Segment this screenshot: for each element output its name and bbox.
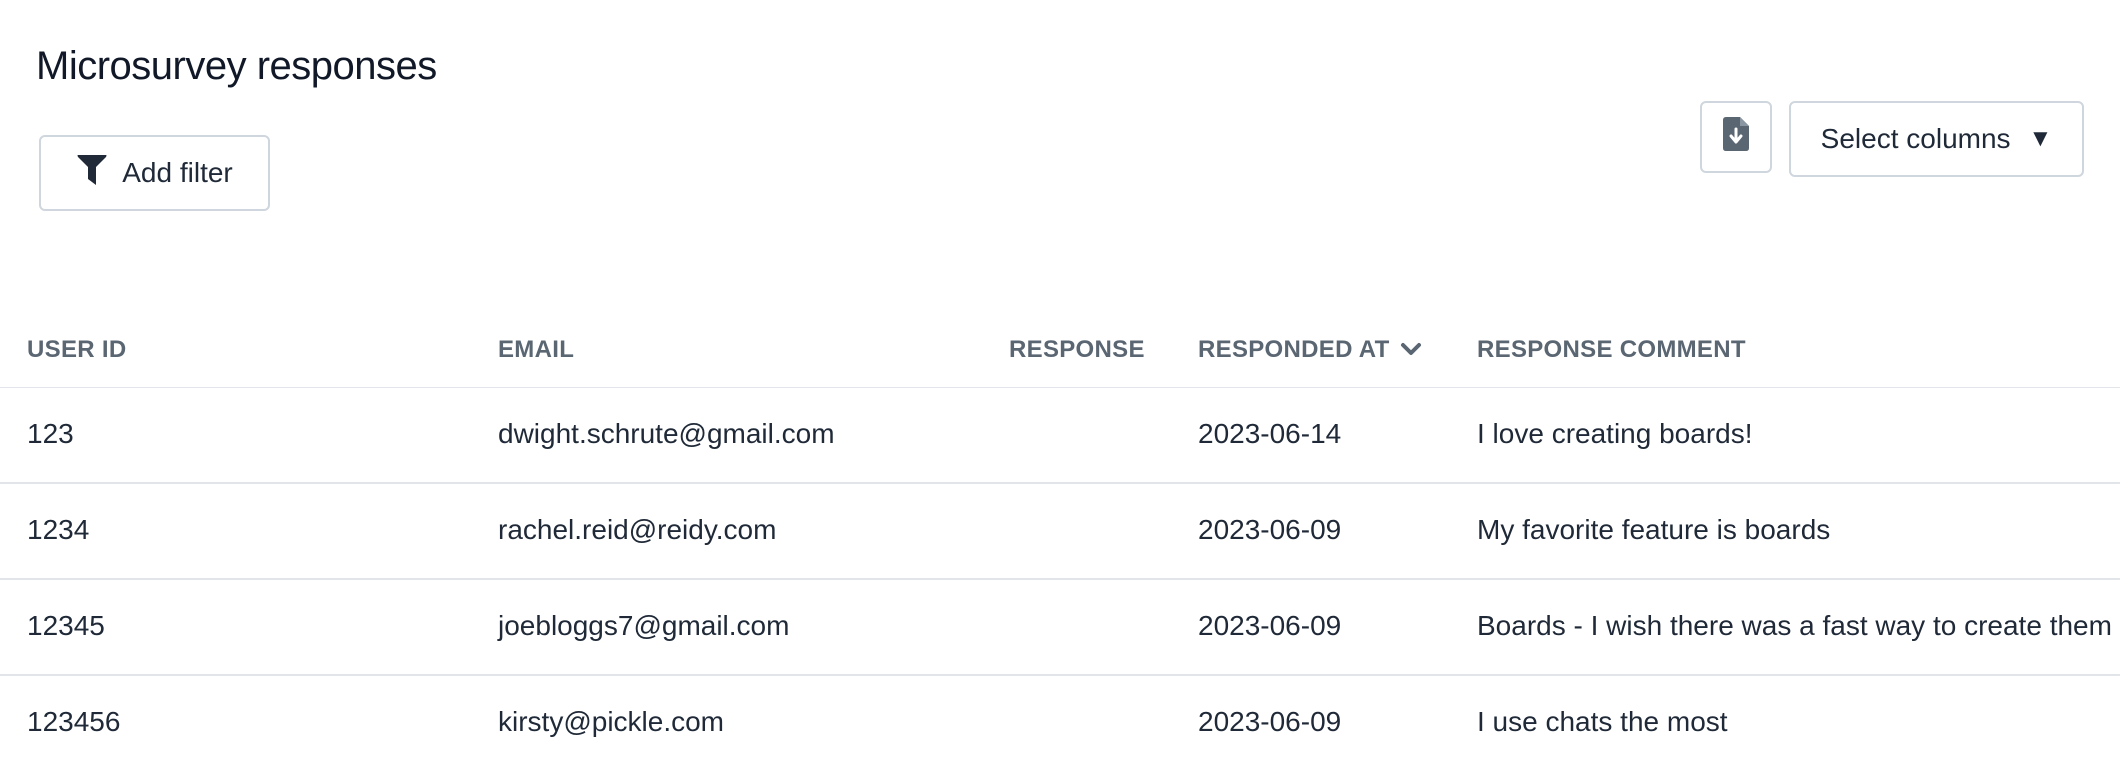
add-filter-button[interactable]: Add filter	[39, 135, 270, 211]
select-columns-label: Select columns	[1820, 123, 2011, 154]
column-header-response[interactable]: RESPONSE	[1009, 336, 1145, 364]
file-download-icon	[1722, 116, 1750, 159]
cell-response-comment: My favorite feature is boards	[1477, 514, 1831, 545]
chevron-down-icon: ▼	[2028, 125, 2053, 152]
column-header-response-comment[interactable]: RESPONSE COMMENT	[1477, 336, 1746, 364]
table-header: USER ID EMAIL RESPONSE RESPONDED AT RESP…	[0, 316, 2120, 388]
table-row[interactable]: 123456 kirsty@pickle.com 2023-06-09 I us…	[0, 676, 2120, 768]
table-row[interactable]: 123 dwight.schrute@gmail.com 2023-06-14 …	[0, 388, 2120, 484]
column-header-email[interactable]: EMAIL	[498, 336, 574, 364]
cell-email: kirsty@pickle.com	[498, 706, 725, 737]
column-header-user-id[interactable]: USER ID	[27, 336, 126, 364]
cell-user-id: 12345	[27, 610, 105, 641]
table-row[interactable]: 1234 rachel.reid@reidy.com 2023-06-09 My…	[0, 484, 2120, 580]
cell-response-comment: I use chats the most	[1477, 706, 1728, 737]
cell-responded-at: 2023-06-09	[1198, 514, 1342, 545]
page-title: Microsurvey responses	[36, 44, 437, 88]
sort-descending-icon	[1400, 336, 1422, 364]
cell-email: rachel.reid@reidy.com	[498, 514, 777, 545]
cell-user-id: 1234	[27, 514, 90, 545]
cell-user-id: 123456	[27, 706, 121, 737]
export-button[interactable]	[1700, 101, 1772, 173]
cell-user-id: 123	[27, 418, 74, 449]
cell-email: joebloggs7@gmail.com	[498, 610, 790, 641]
cell-responded-at: 2023-06-09	[1198, 610, 1342, 641]
cell-responded-at: 2023-06-09	[1198, 706, 1342, 737]
table-row[interactable]: 12345 joebloggs7@gmail.com 2023-06-09 Bo…	[0, 580, 2120, 676]
cell-email: dwight.schrute@gmail.com	[498, 418, 835, 449]
filter-icon	[76, 153, 108, 194]
microsurvey-responses-page: Microsurvey responses Add filter Select …	[0, 0, 2120, 768]
add-filter-label: Add filter	[122, 157, 233, 188]
cell-responded-at: 2023-06-14	[1198, 418, 1342, 449]
select-columns-button[interactable]: Select columns ▼	[1789, 101, 2084, 177]
cell-response-comment: I love creating boards!	[1477, 418, 1753, 449]
responses-table: USER ID EMAIL RESPONSE RESPONDED AT RESP…	[0, 316, 2120, 768]
column-header-responded-at[interactable]: RESPONDED AT	[1198, 336, 1422, 364]
cell-response-comment: Boards - I wish there was a fast way to …	[1477, 610, 2112, 641]
